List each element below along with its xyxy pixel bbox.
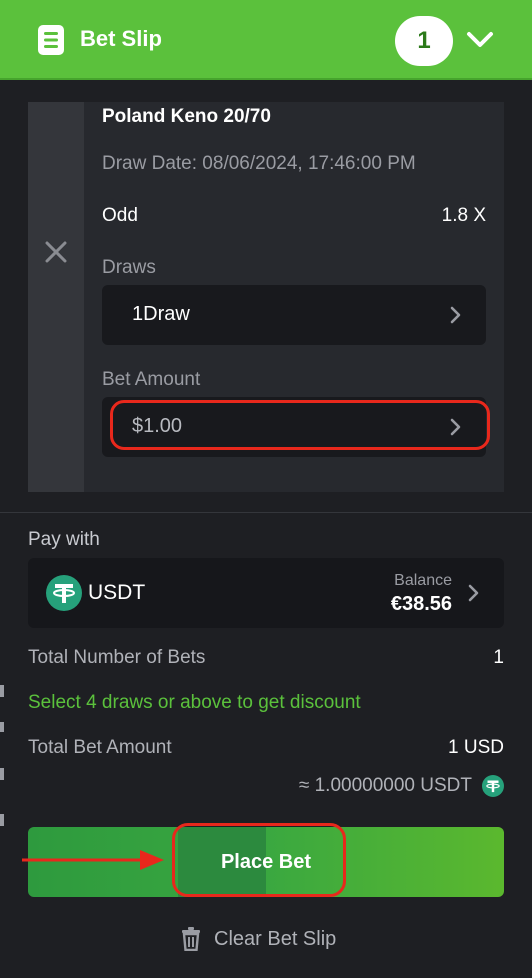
- remove-bet-button[interactable]: [28, 102, 84, 492]
- chevron-right-icon: [468, 584, 479, 602]
- clear-bet-slip-label: Clear Bet Slip: [214, 927, 337, 950]
- bet-count-badge: 1: [395, 16, 453, 66]
- trash-icon: [182, 927, 200, 951]
- game-title: Poland Keno 20/70: [102, 106, 271, 127]
- draws-select[interactable]: 1Draw: [102, 285, 486, 345]
- background-fragment: [0, 814, 4, 826]
- currency-name: USDT: [88, 581, 146, 604]
- draws-value: 1Draw: [132, 303, 190, 325]
- bet-slip-icon: [38, 25, 64, 55]
- clear-bet-slip-button[interactable]: Clear Bet Slip: [180, 924, 336, 954]
- discount-message: Select 4 draws or above to get discount: [28, 692, 361, 713]
- annotation-highlight-place-bet: [172, 823, 346, 897]
- approx-usdt-row: ≈ 1.00000000 USDT: [299, 774, 504, 798]
- chevron-down-icon[interactable]: [464, 26, 496, 54]
- total-amount-label: Total Bet Amount: [28, 737, 172, 758]
- balance-value: €38.56: [390, 593, 452, 615]
- currency-selector[interactable]: USDT Balance €38.56: [28, 558, 504, 628]
- divider: [0, 512, 532, 513]
- draws-label: Draws: [102, 257, 156, 278]
- usdt-icon: [482, 775, 504, 797]
- pay-with-label: Pay with: [28, 529, 100, 550]
- annotation-arrow-icon: [22, 850, 164, 870]
- approx-usdt-value: ≈ 1.00000000 USDT: [298, 775, 472, 796]
- usdt-icon: [46, 575, 82, 611]
- background-fragment: [0, 722, 4, 732]
- chevron-right-icon: [450, 306, 461, 324]
- bet-slip-title: Bet Slip: [80, 26, 162, 51]
- bet-slip-header[interactable]: Bet Slip 1: [0, 0, 532, 80]
- total-bets-value: 1: [493, 647, 504, 668]
- total-amount-value: 1 USD: [448, 737, 504, 758]
- total-bets-label: Total Number of Bets: [28, 647, 206, 668]
- annotation-highlight-bet-amount: [110, 400, 490, 450]
- odd-value: 1.8 X: [441, 205, 486, 226]
- balance-label: Balance: [394, 572, 452, 589]
- bet-amount-label: Bet Amount: [102, 369, 201, 390]
- odd-label: Odd: [102, 205, 138, 226]
- draw-date: Draw Date: 08/06/2024, 17:46:00 PM: [102, 153, 416, 174]
- close-icon[interactable]: [44, 240, 68, 264]
- background-fragment: [0, 768, 4, 780]
- background-fragment: [0, 685, 4, 697]
